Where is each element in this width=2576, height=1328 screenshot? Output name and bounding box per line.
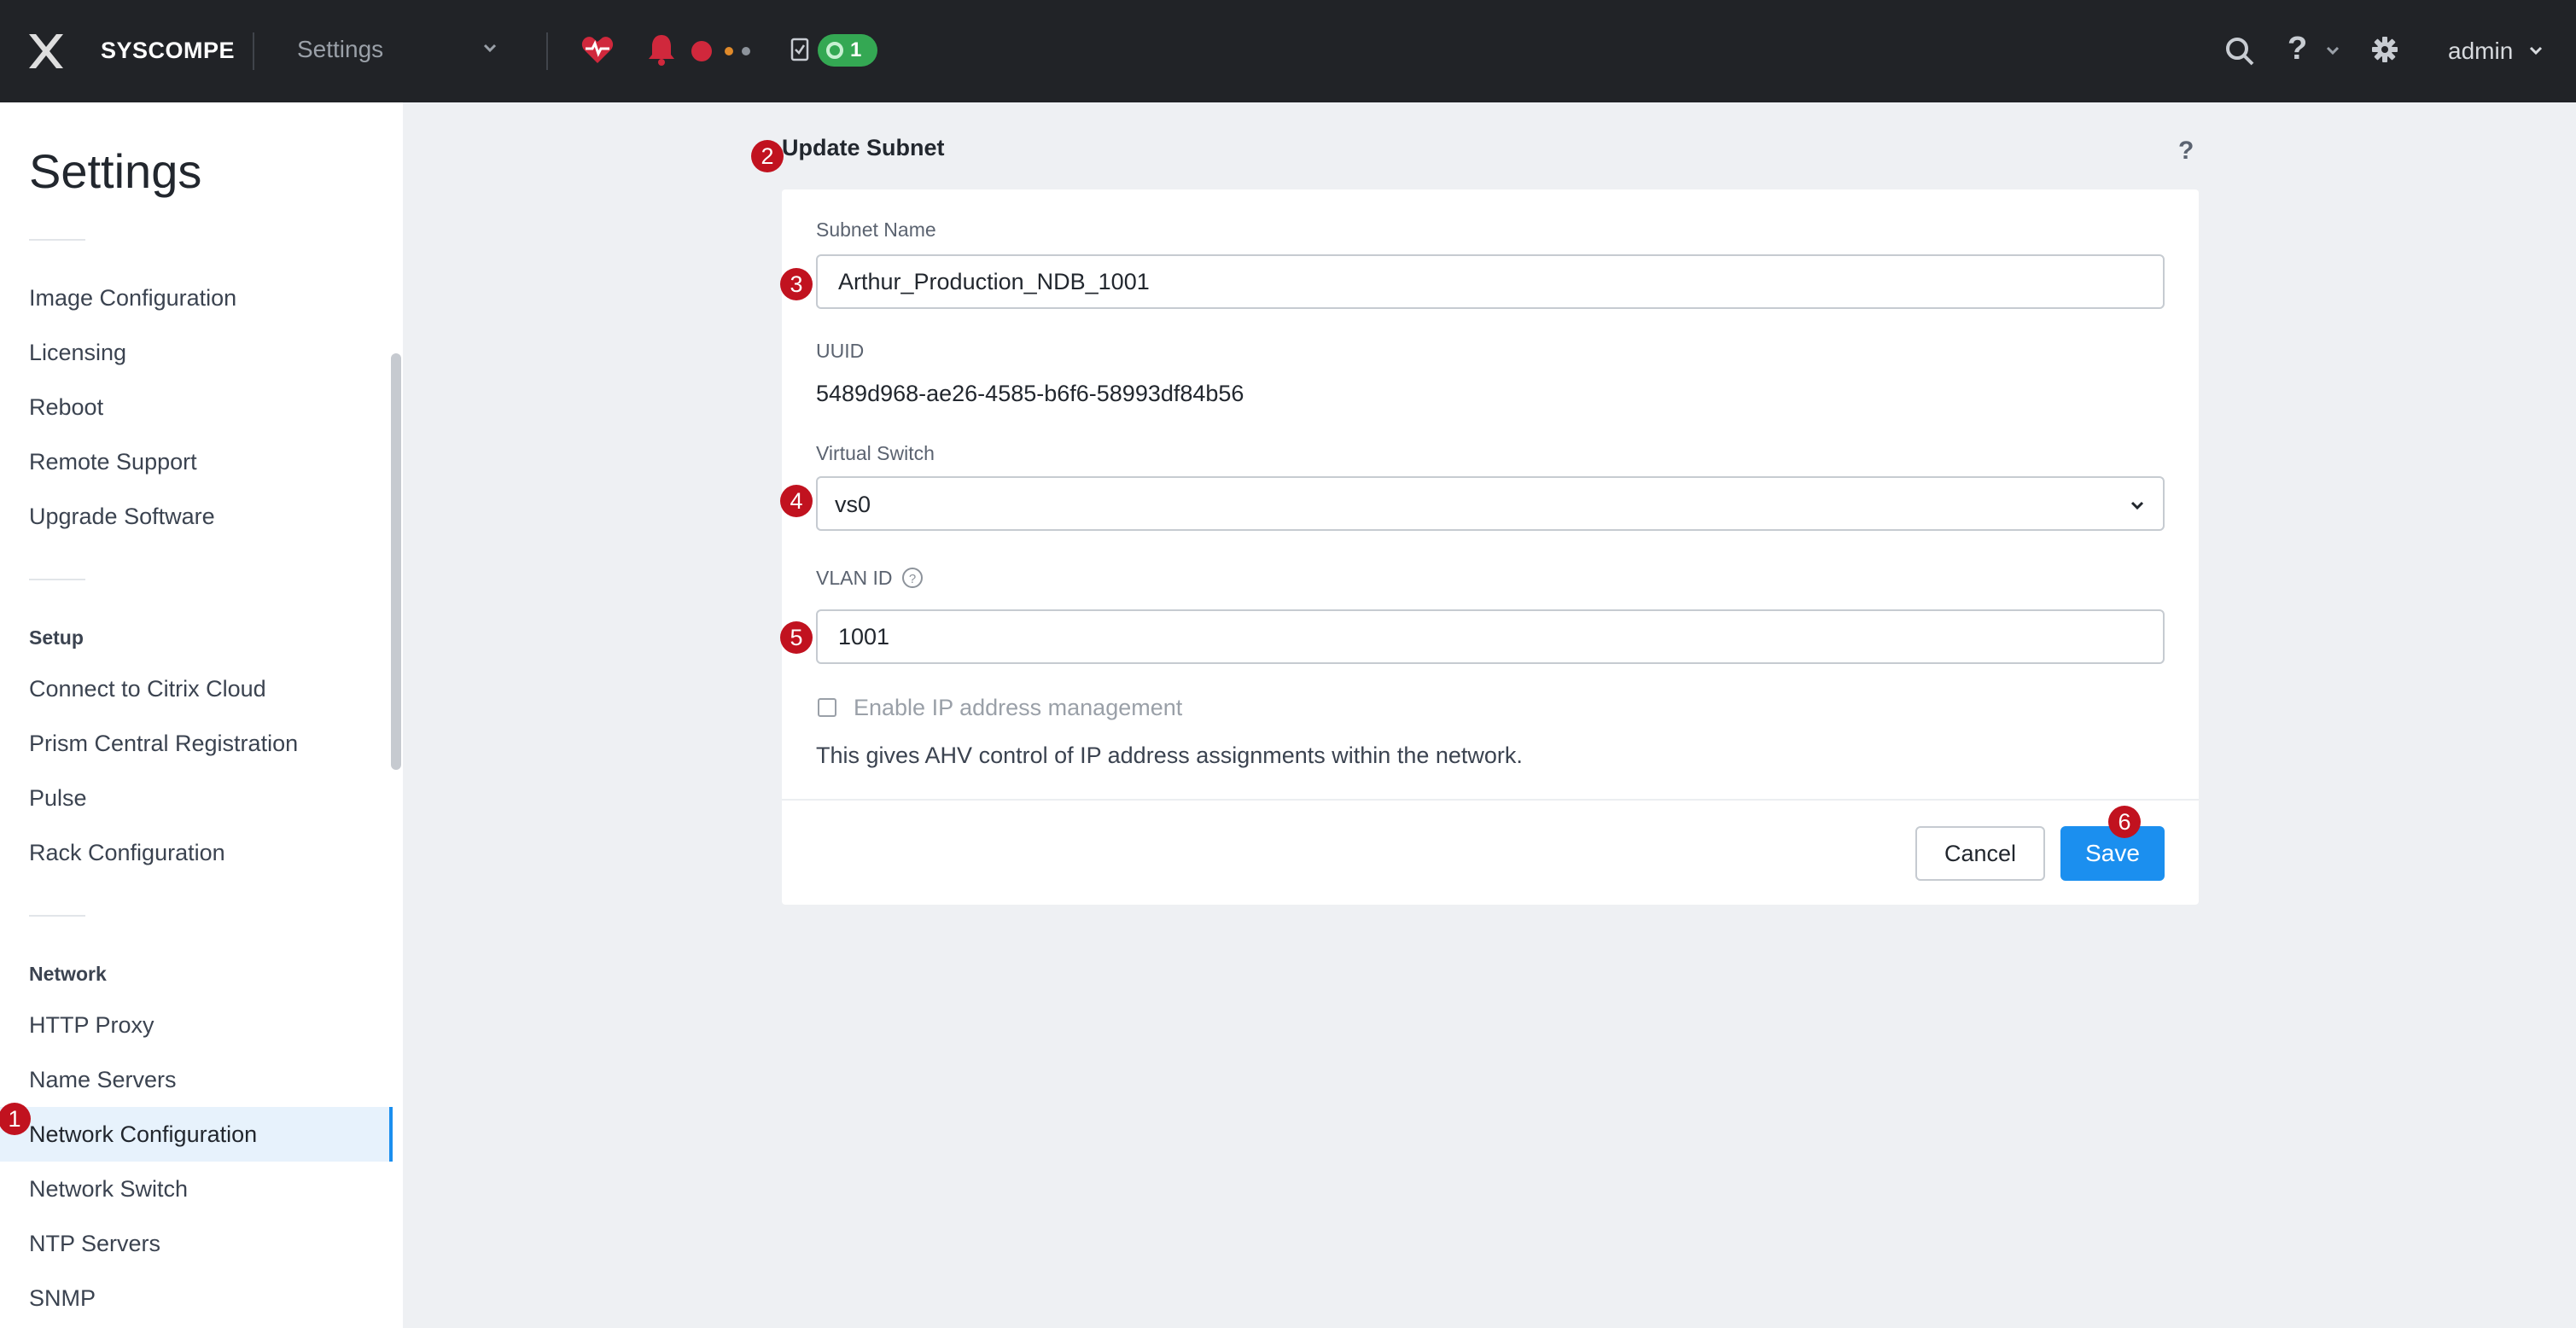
enable-ipam-label[interactable]: Enable IP address management: [854, 695, 1182, 721]
sidebar-item-rack-configuration[interactable]: Rack Configuration: [29, 840, 225, 866]
sidebar-item-connect-to-citrix-cloud[interactable]: Connect to Citrix Cloud: [29, 676, 266, 702]
virtual-switch-value: vs0: [835, 492, 871, 517]
critical-alert-dot[interactable]: [691, 41, 712, 61]
sidebar-item-ntp-servers[interactable]: NTP Servers: [29, 1231, 160, 1257]
sidebar-item-reboot[interactable]: Reboot: [29, 394, 103, 421]
dialog-help-button[interactable]: ?: [2178, 137, 2194, 166]
task-status-icon: [826, 42, 843, 59]
uuid-value: 5489d968-ae26-4585-b6f6-58993df84b56: [816, 381, 1244, 406]
annotation-marker: 2: [751, 140, 784, 172]
sidebar-item-snmp[interactable]: SNMP: [29, 1285, 96, 1312]
sidebar-item-remote-support[interactable]: Remote Support: [29, 449, 197, 475]
divider: [546, 32, 548, 70]
divider: [29, 239, 85, 241]
chevron-down-icon: [2130, 501, 2144, 510]
vlan-id-label: VLAN ID: [816, 567, 893, 589]
settings-sidebar: Settings Image Configuration Licensing R…: [0, 102, 403, 1328]
subnet-name-label: Subnet Name: [816, 218, 936, 241]
search-icon[interactable]: [2224, 36, 2255, 67]
heart-pulse-icon[interactable]: [580, 34, 615, 65]
task-count: 1: [850, 38, 862, 61]
vlan-id-input[interactable]: [816, 609, 2165, 664]
bell-icon[interactable]: [647, 32, 676, 67]
sidebar-item-upgrade-software[interactable]: Upgrade Software: [29, 504, 215, 530]
annotation-marker: 3: [780, 268, 813, 300]
chevron-down-icon[interactable]: [2323, 41, 2342, 60]
annotation-marker: 4: [780, 485, 813, 517]
divider: [253, 32, 254, 70]
annotation-marker: 5: [780, 621, 813, 654]
warning-alert-dot[interactable]: [725, 47, 733, 55]
svg-text:?: ?: [909, 572, 916, 586]
divider: [29, 915, 85, 917]
chevron-down-icon[interactable]: [2526, 41, 2545, 60]
chevron-down-icon[interactable]: [480, 38, 500, 58]
virtual-switch-select[interactable]: vs0: [816, 476, 2165, 531]
brand-name: SYSCOMPE: [101, 38, 236, 63]
x-logo-icon[interactable]: [26, 31, 67, 72]
dialog-title: Update Subnet: [782, 135, 945, 160]
task-count-badge[interactable]: 1: [818, 34, 877, 67]
sidebar-item-network-switch[interactable]: Network Switch: [29, 1176, 188, 1203]
info-icon[interactable]: ?: [901, 567, 924, 589]
help-menu-button[interactable]: ?: [2288, 31, 2307, 67]
sidebar-item-name-servers[interactable]: Name Servers: [29, 1067, 177, 1093]
sidebar-item-http-proxy[interactable]: HTTP Proxy: [29, 1012, 154, 1039]
sidebar-item-prism-central-registration[interactable]: Prism Central Registration: [29, 731, 298, 757]
ipam-help-text: This gives AHV control of IP address ass…: [816, 743, 1523, 768]
sidebar-item-licensing[interactable]: Licensing: [29, 340, 126, 366]
user-menu[interactable]: admin: [2448, 38, 2513, 65]
sidebar-heading-network: Network: [29, 963, 107, 985]
gear-icon[interactable]: [2371, 36, 2398, 63]
sidebar-item-pulse[interactable]: Pulse: [29, 785, 87, 812]
subnet-name-input[interactable]: [816, 254, 2165, 309]
cancel-button[interactable]: Cancel: [1915, 826, 2045, 881]
sidebar-heading-setup: Setup: [29, 626, 84, 649]
sidebar-title: Settings: [29, 144, 202, 198]
info-alert-dot[interactable]: [742, 47, 750, 55]
module-selector[interactable]: Settings: [297, 36, 383, 63]
clipboard-check-icon[interactable]: [790, 36, 809, 61]
divider: [782, 799, 2199, 801]
sidebar-item-image-configuration[interactable]: Image Configuration: [29, 285, 236, 312]
sidebar-scrollbar[interactable]: [391, 353, 401, 770]
enable-ipam-checkbox[interactable]: [818, 698, 836, 717]
annotation-marker: 6: [2108, 806, 2141, 838]
virtual-switch-label: Virtual Switch: [816, 442, 935, 464]
sidebar-item-network-configuration[interactable]: Network Configuration: [29, 1121, 257, 1148]
divider: [29, 579, 85, 580]
uuid-label: UUID: [816, 340, 865, 362]
save-button[interactable]: Save: [2060, 826, 2165, 881]
top-navigation-bar: SYSCOMPE Settings 1 ? admin: [0, 0, 2576, 102]
